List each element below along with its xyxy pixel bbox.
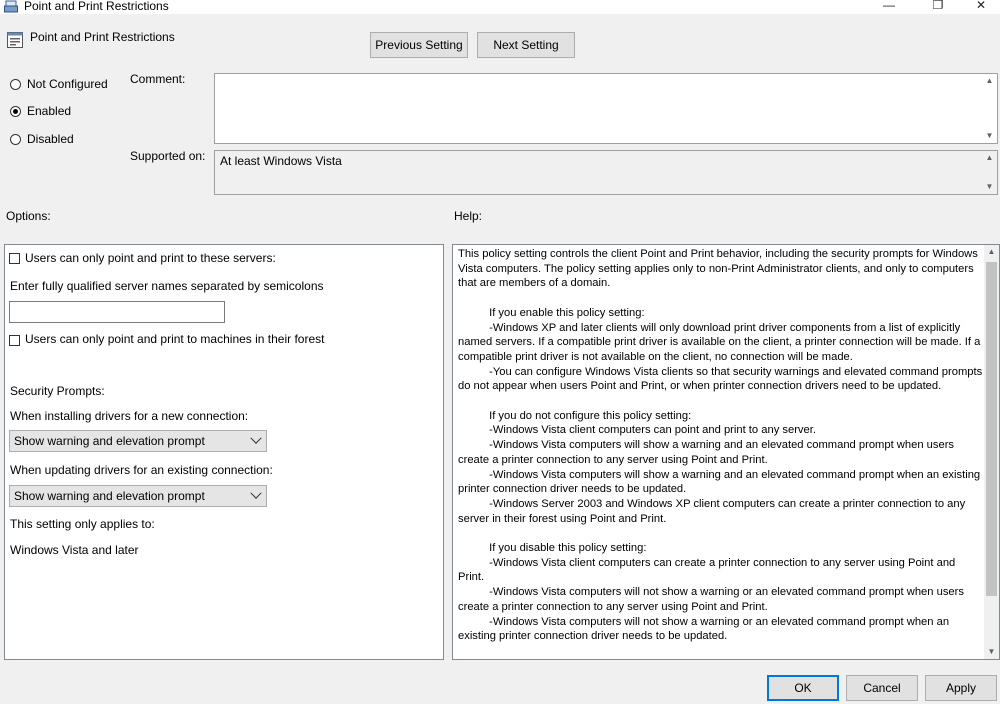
servers-prompt: Enter fully qualified server names separ… <box>10 279 324 293</box>
servers-checkbox[interactable] <box>9 253 20 264</box>
scroll-up-arrow-icon[interactable]: ▲ <box>982 74 997 88</box>
applies-to-label: This setting only applies to: <box>10 517 155 531</box>
forest-checkbox[interactable] <box>9 335 20 346</box>
restore-button[interactable]: ❐ <box>915 0 961 14</box>
title-bar[interactable]: Point and Print Restrictions — ❐ ✕ <box>0 0 1000 14</box>
previous-setting-button[interactable]: Previous Setting <box>370 32 468 58</box>
scrollbar-thumb[interactable] <box>986 262 997 596</box>
applies-to-value: Windows Vista and later <box>10 543 139 557</box>
window-title: Point and Print Restrictions <box>24 0 169 13</box>
scroll-up-arrow-icon[interactable]: ▲ <box>982 151 997 165</box>
servers-input[interactable] <box>9 301 225 323</box>
help-heading: Help: <box>454 209 483 223</box>
update-connection-value: Show warning and elevation prompt <box>14 489 205 503</box>
comment-label: Comment: <box>130 72 186 86</box>
enabled-label[interactable]: Enabled <box>27 104 71 118</box>
not-configured-label[interactable]: Not Configured <box>27 77 108 91</box>
new-connection-label: When installing drivers for a new connec… <box>10 409 249 423</box>
supported-on-field: At least Windows Vista ▲ ▼ <box>214 150 998 195</box>
cancel-button[interactable]: Cancel <box>846 675 918 701</box>
scroll-down-arrow-icon[interactable]: ▼ <box>982 129 997 143</box>
supported-on-value: At least Windows Vista <box>220 154 342 168</box>
new-connection-value: Show warning and elevation prompt <box>14 434 205 448</box>
chevron-down-icon <box>250 487 262 499</box>
security-prompts-heading: Security Prompts: <box>10 384 105 398</box>
forest-checkbox-label[interactable]: Users can only point and print to machin… <box>25 332 324 346</box>
scroll-down-arrow-icon[interactable]: ▼ <box>984 645 999 659</box>
supported-on-label: Supported on: <box>130 149 206 163</box>
new-connection-dropdown[interactable]: Show warning and elevation prompt <box>9 430 267 452</box>
printer-policy-icon <box>4 0 18 13</box>
policy-setting-icon <box>7 32 23 48</box>
options-heading: Options: <box>6 209 51 223</box>
minimize-button[interactable]: — <box>866 0 912 14</box>
help-scrollbar[interactable]: ▲ ▼ <box>984 245 999 659</box>
scroll-up-arrow-icon[interactable]: ▲ <box>984 245 999 259</box>
servers-checkbox-label[interactable]: Users can only point and print to these … <box>25 251 276 265</box>
options-panel: Users can only point and print to these … <box>4 244 444 660</box>
supported-scrollbar[interactable]: ▲ ▼ <box>982 151 997 194</box>
chevron-down-icon <box>250 432 262 444</box>
next-setting-button[interactable]: Next Setting <box>477 32 575 58</box>
apply-button[interactable]: Apply <box>925 675 997 701</box>
disabled-label[interactable]: Disabled <box>27 132 74 146</box>
help-text: This policy setting controls the client … <box>458 248 983 643</box>
update-connection-dropdown[interactable]: Show warning and elevation prompt <box>9 485 267 507</box>
update-connection-label: When updating drivers for an existing co… <box>10 463 273 477</box>
disabled-radio[interactable] <box>10 134 21 145</box>
scroll-down-arrow-icon[interactable]: ▼ <box>982 180 997 194</box>
ok-button[interactable]: OK <box>767 675 839 701</box>
help-panel: This policy setting controls the client … <box>452 244 1000 660</box>
not-configured-radio[interactable] <box>10 79 21 90</box>
close-button[interactable]: ✕ <box>958 0 1000 14</box>
comment-textarea[interactable]: ▲ ▼ <box>214 73 998 144</box>
comment-scrollbar[interactable]: ▲ ▼ <box>982 74 997 143</box>
enabled-radio[interactable] <box>10 106 21 117</box>
policy-name: Point and Print Restrictions <box>30 30 175 44</box>
